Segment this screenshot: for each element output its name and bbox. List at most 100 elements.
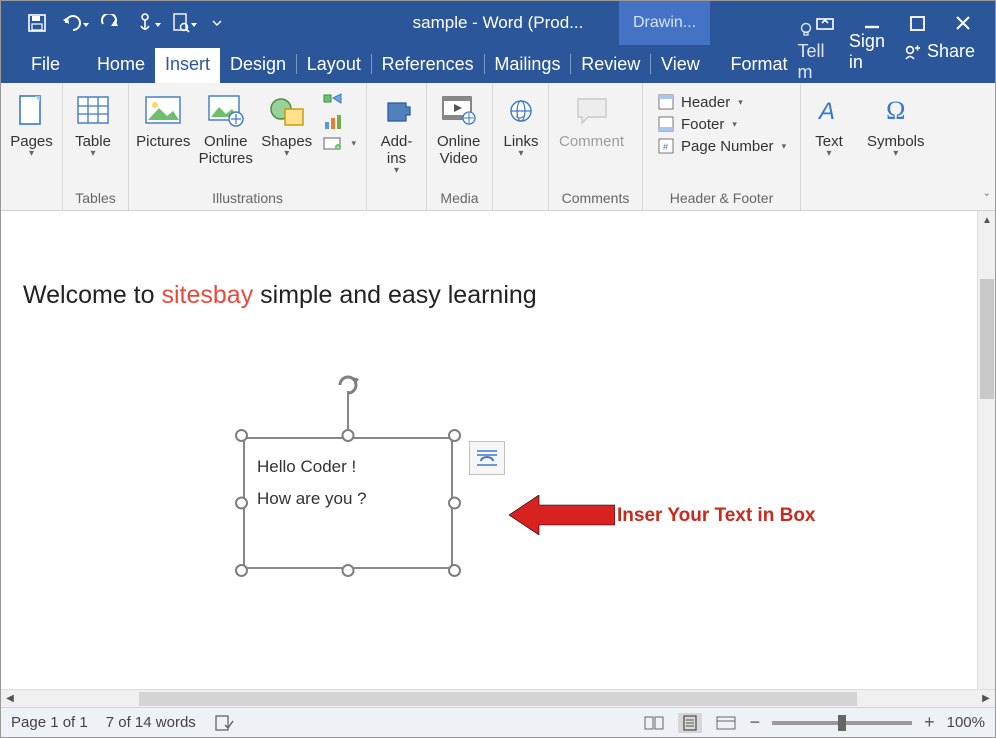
svg-text:A: A	[817, 98, 835, 125]
screenshot-icon: +	[323, 135, 343, 151]
table-button[interactable]: Table▾	[67, 87, 119, 159]
group-text: A Text▾	[801, 83, 857, 210]
resize-handle-se[interactable]	[448, 564, 461, 577]
tab-review[interactable]: Review	[571, 48, 650, 83]
group-media: Online Video Media	[427, 83, 493, 210]
pages-button[interactable]: Pages▾	[5, 87, 58, 159]
group-addins: Add- ins▾	[367, 83, 427, 210]
online-video-button[interactable]: Online Video	[431, 87, 486, 167]
header-button[interactable]: Header▾	[651, 91, 792, 113]
resize-handle-e[interactable]	[448, 497, 461, 510]
chart-icon	[323, 113, 343, 131]
layout-options-icon	[475, 447, 499, 469]
word-count[interactable]: 7 of 14 words	[106, 714, 196, 731]
redo-button[interactable]	[91, 1, 127, 45]
resize-handle-nw[interactable]	[235, 429, 248, 442]
layout-options-button[interactable]	[469, 441, 505, 475]
resize-handle-sw[interactable]	[235, 564, 248, 577]
smartart-button[interactable]	[317, 89, 362, 111]
text-button[interactable]: A Text▾	[805, 87, 853, 159]
footer-icon	[657, 115, 675, 133]
undo-button[interactable]	[55, 1, 91, 45]
symbols-button[interactable]: Ω Symbols▾	[861, 87, 931, 159]
touch-icon	[136, 12, 154, 34]
addins-button[interactable]: Add- ins▾	[371, 87, 422, 176]
tell-me-box[interactable]: Tell m	[798, 20, 831, 83]
touch-mode-button[interactable]	[127, 1, 163, 45]
document-area: Welcome to sitesbay simple and easy lear…	[1, 211, 995, 689]
tab-insert[interactable]: Insert	[155, 48, 220, 83]
links-button[interactable]: Links▾	[497, 87, 545, 159]
table-icon	[77, 96, 109, 126]
collapse-ribbon-button[interactable]: ˇ	[985, 191, 989, 206]
text-box-icon: A	[815, 97, 843, 125]
window-title: sample - Word (Prod...	[413, 13, 584, 33]
vertical-scrollbar[interactable]: ▲	[977, 211, 995, 689]
horizontal-scrollbar[interactable]: ◀ ▶	[1, 689, 995, 707]
tab-references[interactable]: References	[372, 48, 484, 83]
web-layout-icon	[716, 715, 736, 731]
page-icon	[18, 94, 46, 128]
resize-handle-n[interactable]	[342, 429, 355, 442]
spellcheck-button[interactable]	[214, 714, 234, 732]
print-preview-button[interactable]	[163, 1, 199, 45]
tab-format[interactable]: Format	[720, 48, 797, 83]
zoom-slider[interactable]	[772, 721, 912, 725]
tab-view[interactable]: View	[651, 48, 710, 83]
page-number-icon: #	[657, 137, 675, 155]
lightbulb-icon	[798, 22, 814, 38]
share-button[interactable]: Share	[903, 41, 975, 62]
vertical-scroll-thumb[interactable]	[980, 279, 994, 399]
sign-in-button[interactable]: Sign in	[849, 31, 885, 73]
zoom-out-button[interactable]: −	[750, 712, 761, 733]
svg-text:+: +	[337, 145, 340, 151]
online-pictures-icon	[208, 95, 244, 127]
footer-button[interactable]: Footer▾	[651, 113, 792, 135]
callout-arrow-icon	[509, 495, 615, 535]
save-button[interactable]	[19, 1, 55, 45]
qat-customize-button[interactable]	[199, 1, 235, 45]
read-mode-icon	[644, 715, 664, 731]
web-layout-button[interactable]	[714, 713, 738, 733]
group-comments: Comment Comments	[549, 83, 643, 210]
tab-file[interactable]: File	[21, 48, 70, 83]
read-mode-button[interactable]	[642, 713, 666, 733]
statusbar: Page 1 of 1 7 of 14 words − + 100%	[1, 707, 995, 737]
redo-icon	[99, 14, 119, 32]
text-box[interactable]: Hello Coder ! How are you ?	[243, 437, 453, 569]
save-icon	[28, 14, 46, 32]
callout-annotation: Inser Your Text in Box	[617, 505, 816, 527]
print-layout-button[interactable]	[678, 713, 702, 733]
screenshot-button[interactable]: +▾	[317, 133, 362, 153]
online-pictures-button[interactable]: Online Pictures	[195, 87, 255, 167]
tab-layout[interactable]: Layout	[297, 48, 371, 83]
shapes-icon	[269, 95, 305, 127]
undo-icon	[62, 15, 84, 31]
tab-design[interactable]: Design	[220, 48, 296, 83]
rotate-icon	[335, 373, 361, 397]
contextual-tab-header: Drawin...	[619, 1, 710, 45]
pictures-button[interactable]: Pictures	[133, 87, 193, 150]
shapes-button[interactable]: Shapes▾	[258, 87, 316, 159]
rotate-handle[interactable]	[335, 373, 361, 397]
spellcheck-icon	[214, 714, 234, 732]
chart-button[interactable]	[317, 111, 362, 133]
comment-icon	[576, 97, 608, 125]
group-header-footer: Header▾ Footer▾ #Page Number▾ Header & F…	[643, 83, 801, 210]
resize-handle-ne[interactable]	[448, 429, 461, 442]
text-box-content[interactable]: Hello Coder ! How are you ?	[257, 451, 443, 516]
resize-handle-w[interactable]	[235, 497, 248, 510]
ribbon-tabs: File Home Insert Design Layout Reference…	[1, 45, 995, 83]
page-number-button[interactable]: #Page Number▾	[651, 135, 792, 157]
tab-mailings[interactable]: Mailings	[484, 48, 570, 83]
group-symbols: Ω Symbols▾	[857, 83, 935, 210]
zoom-level[interactable]: 100%	[947, 714, 985, 731]
share-icon	[903, 43, 921, 61]
page-indicator[interactable]: Page 1 of 1	[11, 714, 88, 731]
horizontal-scroll-thumb[interactable]	[139, 692, 857, 706]
zoom-in-button[interactable]: +	[924, 712, 935, 733]
print-layout-icon	[681, 715, 699, 731]
quick-access-toolbar	[1, 1, 235, 45]
resize-handle-s[interactable]	[342, 564, 355, 577]
tab-home[interactable]: Home	[87, 48, 155, 83]
